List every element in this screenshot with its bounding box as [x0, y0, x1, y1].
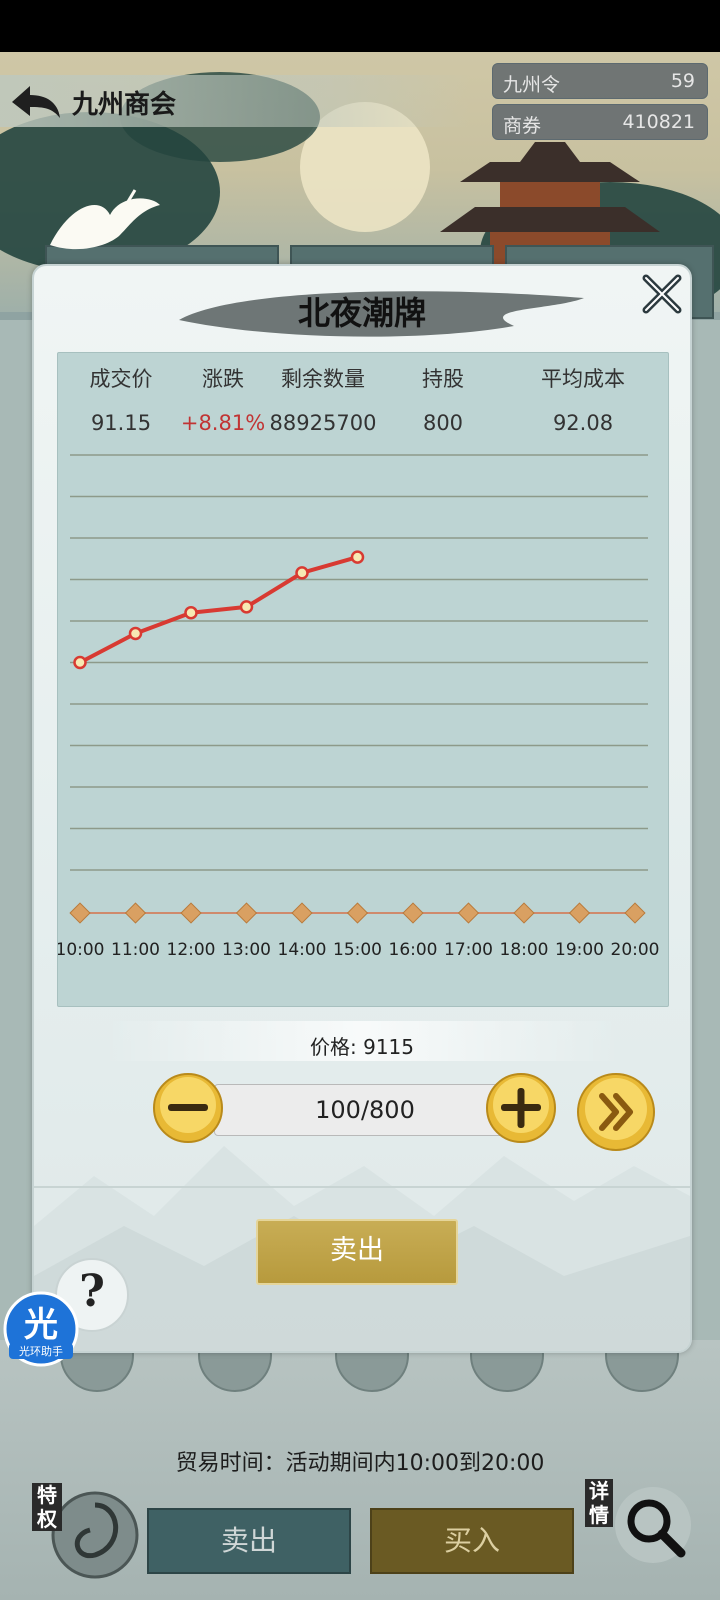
x-axis-marker: [291, 902, 313, 924]
increase-button[interactable]: [485, 1072, 557, 1144]
trade-time-notice: 贸易时间：活动期间内10:00到20:00: [175, 1451, 545, 1476]
search-icon: [615, 1487, 691, 1563]
x-axis-marker: [457, 902, 480, 924]
price-label: 价格: 9115: [310, 1035, 414, 1059]
x-axis-marker: [402, 902, 424, 924]
currency-jiuzhou-token: 九州令 59: [492, 63, 708, 99]
x-tick-label: 20:00: [611, 940, 660, 960]
line-chart-svg: 10:00 11:00 12:00 13:00 14:00 15:00 16:00 17:00…: [58, 454, 660, 960]
assistant-badge[interactable]: 光 光环助手: [3, 1291, 79, 1367]
x-tick-label: 15:00: [333, 940, 382, 960]
x-tick-label: 19:00: [555, 940, 604, 960]
x-axis-marker: [513, 902, 535, 924]
x-axis-marker: [346, 902, 369, 924]
currency-value: 410821: [622, 111, 695, 133]
assistant-glyph: 光: [24, 1305, 58, 1345]
x-axis-marker: [235, 902, 258, 924]
sell-button[interactable]: 卖出: [256, 1219, 458, 1285]
close-icon[interactable]: [640, 272, 684, 316]
x-tick-label: 16:00: [389, 940, 438, 960]
detail-button[interactable]: 详情: [585, 1475, 705, 1585]
stock-detail-dialog: 北夜潮牌 成交价 涨跌 剩余数量 持股 平均成本 91.15 +8.81% 88…: [32, 264, 692, 1353]
currency-label: 九州令: [503, 74, 561, 96]
page-title: 九州商会: [72, 90, 177, 120]
x-tick-label: 18:00: [500, 940, 549, 960]
x-axis-marker: [180, 902, 202, 924]
price-chart: 成交价 涨跌 剩余数量 持股 平均成本 91.15 +8.81% 8892570…: [57, 352, 669, 1007]
dialog-title: 北夜潮牌: [297, 294, 426, 332]
x-tick-label: 17:00: [444, 940, 493, 960]
back-arrow-icon[interactable]: [8, 80, 64, 124]
assistant-label: 光环助手: [9, 1343, 73, 1359]
status-bar: [0, 0, 720, 52]
bottom-sell-button[interactable]: 卖出: [147, 1508, 351, 1574]
data-point: [350, 550, 365, 564]
detail-label: 详情: [585, 1479, 613, 1527]
x-axis-marker: [568, 902, 591, 924]
decrease-button[interactable]: [152, 1072, 224, 1144]
data-point: [128, 626, 143, 641]
max-quantity-button[interactable]: [576, 1072, 656, 1152]
data-point: [239, 600, 254, 614]
currency-label: 商券: [503, 115, 542, 137]
x-tick-label: 10:00: [58, 940, 105, 960]
x-axis-marker: [624, 902, 646, 924]
currency-value: 59: [670, 70, 695, 92]
x-tick-label: 12:00: [167, 940, 216, 960]
series-line: [79, 555, 359, 665]
data-point: [295, 566, 309, 580]
currency-voucher: 商券 410821: [492, 104, 708, 140]
data-point: [184, 605, 198, 620]
top-bar: [0, 75, 470, 127]
x-tick-label: 14:00: [278, 940, 327, 960]
privilege-label: 特权: [32, 1483, 62, 1531]
x-tick-label: 13:00: [222, 940, 271, 960]
x-tick-label: 11:00: [111, 940, 160, 960]
x-axis-marker: [124, 902, 147, 924]
crane-icon: [50, 189, 160, 250]
bottom-buy-button[interactable]: 买入: [370, 1508, 574, 1574]
divider: [34, 1186, 690, 1188]
data-point: [73, 655, 87, 670]
privilege-button[interactable]: 特权: [30, 1475, 140, 1585]
x-axis-marker: [69, 902, 91, 924]
quantity-field[interactable]: 100/800: [214, 1084, 516, 1136]
